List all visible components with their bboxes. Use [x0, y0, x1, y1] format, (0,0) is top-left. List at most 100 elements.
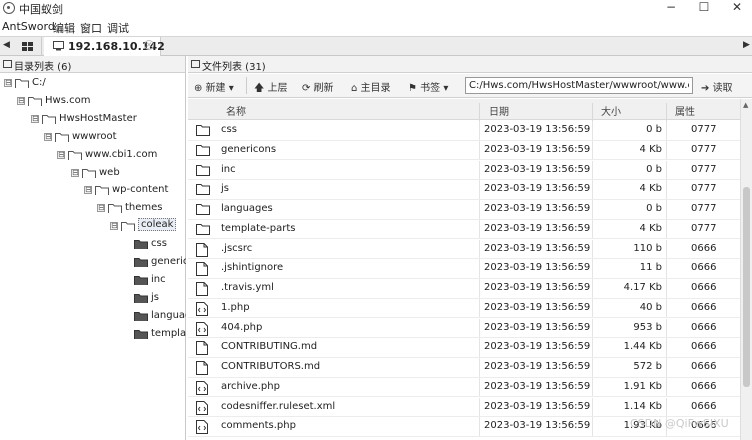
tree-node[interactable]: css	[0, 236, 186, 253]
column-divider	[666, 180, 667, 199]
file-size: 4.17 Kb	[623, 282, 662, 293]
menu-antsword[interactable]: AntSword	[2, 20, 55, 33]
file-row[interactable]: css 2023-03-19 13:56:59 0 b 0777	[188, 121, 740, 141]
file-row[interactable]: template-parts 2023-03-19 13:56:59 4 Kb 077…	[188, 219, 740, 240]
column-size[interactable]: 大小	[601, 103, 621, 118]
refresh-label: 刷新	[313, 83, 334, 94]
tree-node-label: Hws.com	[45, 94, 91, 106]
collapse-icon[interactable]: ⊟	[97, 204, 105, 213]
file-name: CONTRIBUTING.md	[221, 341, 318, 353]
file-row[interactable]: .travis.yml 2023-03-19 13:56:59 4.17 Kb 066…	[188, 279, 740, 299]
collapse-icon[interactable]: ⊟	[31, 114, 39, 123]
tab-scroll-left-icon[interactable]: ◀	[3, 40, 10, 50]
minimize-button[interactable]: −	[656, 0, 686, 17]
tree-node[interactable]: ⊟ web	[0, 165, 186, 182]
tab-host[interactable]: 192.168.10.142 ×	[44, 37, 165, 56]
file-row[interactable]: 404.php 2023-03-19 13:56:59 953 b 0666	[188, 318, 740, 339]
file-row[interactable]: codesniffer.ruleset.xml 2023-03-19 13:56:…	[188, 397, 740, 418]
path-input[interactable]	[465, 77, 693, 94]
file-name: codesniffer.ruleset.xml	[221, 400, 336, 412]
folder-icon	[196, 164, 210, 176]
tree-node[interactable]: inc	[0, 272, 186, 289]
maximize-button[interactable]: ☐	[689, 0, 719, 17]
folder-icon	[196, 184, 210, 196]
scroll-up-icon[interactable]: ▲	[743, 101, 748, 109]
tree-node[interactable]: genericons	[0, 254, 186, 271]
tree-node[interactable]: ⊟ wp-content	[0, 182, 186, 199]
tree-node-label: languages	[151, 309, 186, 321]
column-divider	[666, 358, 667, 377]
collapse-icon[interactable]: ⊟	[4, 79, 12, 87]
column-attr[interactable]: 属性	[675, 103, 695, 118]
file-row[interactable]: CONTRIBUTORS.md 2023-03-19 13:56:59 572 b 0…	[188, 358, 740, 378]
column-divider	[592, 358, 593, 377]
collapse-icon[interactable]: ⊟	[84, 186, 92, 195]
tab-scroll-right-icon[interactable]: ▶	[743, 40, 750, 50]
tree-node[interactable]: languages	[0, 308, 186, 325]
file-row[interactable]: .jshintignore 2023-03-19 13:56:59 11 b 0666	[188, 259, 740, 279]
menu-debug[interactable]: 调试	[107, 20, 129, 36]
code-file-icon	[196, 400, 208, 415]
tree-node-label: inc	[151, 273, 166, 285]
column-divider	[479, 338, 480, 357]
title-bar: 中国蚁剑 − ☐ ✕	[0, 0, 752, 17]
refresh-button[interactable]: ⟳ 刷新	[302, 79, 334, 94]
file-row[interactable]: CONTRIBUTING.md 2023-03-19 13:56:59 1.44 K…	[188, 338, 740, 358]
file-row[interactable]: archive.php 2023-03-19 13:56:59 1.91 Kb 066…	[188, 377, 740, 398]
file-attr: 0666	[691, 282, 717, 293]
code-file-icon	[196, 380, 208, 395]
scrollbar-thumb[interactable]	[743, 187, 750, 387]
collapse-icon[interactable]: ⊟	[57, 150, 65, 159]
file-attr: 0777	[691, 143, 717, 155]
tree-node[interactable]: ⊟ www.cbi1.com	[0, 147, 186, 164]
home-label: 主目录	[360, 83, 391, 94]
tree-node[interactable]: ⊟ coleak	[0, 218, 186, 235]
column-divider	[479, 180, 480, 199]
file-row[interactable]: js 2023-03-19 13:56:59 4 Kb 0777	[188, 180, 740, 200]
column-divider	[592, 200, 593, 219]
tree-node[interactable]: js	[0, 290, 186, 307]
file-date: 2023-03-19 13:56:59	[484, 380, 591, 392]
antsword-logo-icon	[3, 2, 15, 14]
tree-node[interactable]: ⊟ Hws.com	[0, 93, 186, 110]
read-button[interactable]: ➔ 读取	[701, 79, 733, 94]
tree-node[interactable]: template-parts	[0, 326, 186, 343]
code-file-icon	[196, 420, 208, 435]
file-attr: 0777	[691, 124, 717, 135]
close-window-button[interactable]: ✕	[722, 0, 752, 17]
tree-node[interactable]: ⊟ HwsHostMaster	[0, 111, 186, 128]
file-row[interactable]: .jscsrc 2023-03-19 13:56:59 110 b 0666	[188, 239, 740, 260]
tree-node-label: js	[151, 291, 159, 303]
bookmark-button[interactable]: ⚑ 书签 ▾	[408, 79, 448, 94]
column-name[interactable]: 名称	[226, 103, 246, 118]
home-button[interactable]: ⌂ 主目录	[351, 79, 391, 94]
tree-node[interactable]: ⊟ wwwroot	[0, 129, 186, 146]
file-date: 2023-03-19 13:56:59	[484, 203, 591, 214]
file-row[interactable]: languages 2023-03-19 13:56:59 0 b 0777	[188, 200, 740, 220]
new-button[interactable]: ⊕ 新建 ▾	[194, 79, 234, 94]
code-file-icon	[196, 321, 208, 336]
up-button[interactable]: 🡅 上层	[254, 79, 287, 98]
column-divider	[666, 377, 667, 397]
menu-window[interactable]: 窗口	[80, 20, 102, 36]
tree-node[interactable]: ⊟ themes	[0, 200, 186, 217]
file-row[interactable]: 1.php 2023-03-19 13:56:59 40 b 0666	[188, 298, 740, 319]
collapse-icon[interactable]: ⊟	[110, 222, 118, 231]
column-divider	[479, 121, 480, 140]
collapse-icon[interactable]: ⊟	[17, 96, 25, 105]
tab-close-icon[interactable]: ×	[144, 40, 154, 50]
file-row[interactable]: genericons 2023-03-19 13:56:59 4 Kb 0777	[188, 140, 740, 161]
folder-icon	[121, 222, 135, 232]
file-row[interactable]: inc 2023-03-19 13:56:59 0 b 0777	[188, 160, 740, 181]
column-divider	[479, 219, 480, 239]
tab-home[interactable]	[14, 37, 42, 56]
file-name: comments.php	[221, 420, 296, 432]
column-date[interactable]: 日期	[489, 103, 509, 118]
column-divider	[592, 417, 593, 436]
tree-node[interactable]: ⊟ C:/	[0, 75, 186, 92]
collapse-icon[interactable]: ⊟	[44, 132, 52, 141]
menu-edit[interactable]: 编辑	[53, 20, 75, 36]
collapse-icon[interactable]: ⊟	[71, 168, 79, 177]
file-grid-scrollbar[interactable]: ▲	[740, 99, 752, 440]
file-icon	[196, 341, 208, 356]
